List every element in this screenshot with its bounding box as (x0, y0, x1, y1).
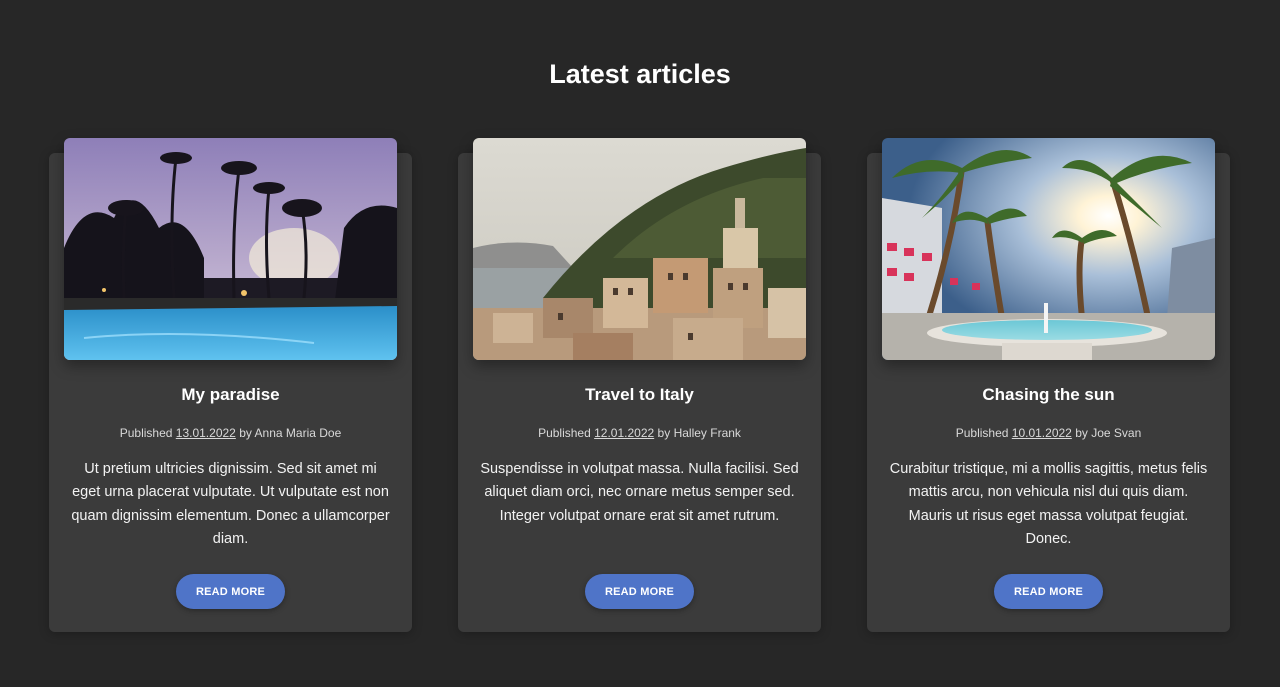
article-author-3: Joe Svan (1091, 426, 1142, 440)
article-author-1: Anna Maria Doe (254, 426, 342, 440)
article-card-1: My paradise Published 13.01.2022 by Anna… (49, 138, 412, 632)
latest-articles-section: Latest articles My paradise Published 13… (0, 0, 1280, 687)
read-more-button-2[interactable]: READ MORE (585, 574, 694, 609)
article-excerpt-1: Ut pretium ultricies dignissim. Sed sit … (71, 461, 390, 547)
palm-trees-sun-picture (882, 138, 1215, 360)
article-image-1[interactable] (64, 138, 397, 360)
article-image-3[interactable] (882, 138, 1215, 360)
article-card-3: Chasing the sun Published 10.01.2022 by … (867, 138, 1230, 632)
published-label: Published (119, 426, 173, 440)
article-card-2: Travel to Italy Published 12.01.2022 by … (458, 138, 821, 632)
published-label: Published (538, 426, 591, 440)
article-date-link-1[interactable]: 13.01.2022 (176, 426, 236, 440)
article-title-3: Chasing the sun (982, 385, 1115, 404)
italian-village-picture (473, 138, 806, 360)
article-meta-2: Published 12.01.2022 by Halley Frank (458, 425, 821, 441)
published-label: Published (955, 426, 1009, 440)
article-excerpt-3: Curabitur tristique, mi a mollis sagitti… (889, 461, 1208, 547)
read-more-button-3[interactable]: READ MORE (994, 574, 1103, 609)
by-label: by (657, 426, 671, 440)
article-meta-1: Published 13.01.2022 by Anna Maria Doe (49, 425, 412, 441)
article-meta-3: Published 10.01.2022 by Joe Svan (867, 425, 1230, 441)
by-label: by (1075, 426, 1088, 440)
article-excerpt-2: Suspendisse in volutpat massa. Nulla fac… (480, 461, 799, 524)
article-date-link-2[interactable]: 12.01.2022 (594, 426, 654, 440)
article-author-2: Halley Frank (673, 426, 741, 440)
article-image-2[interactable] (473, 138, 806, 360)
tropical-pool-picture (64, 138, 397, 360)
read-more-button-1[interactable]: READ MORE (176, 574, 285, 609)
article-title-2: Travel to Italy (585, 385, 694, 404)
section-title: Latest articles (549, 59, 731, 89)
article-title-1: My paradise (181, 385, 280, 404)
article-date-link-3[interactable]: 10.01.2022 (1012, 426, 1072, 440)
by-label: by (239, 426, 252, 440)
